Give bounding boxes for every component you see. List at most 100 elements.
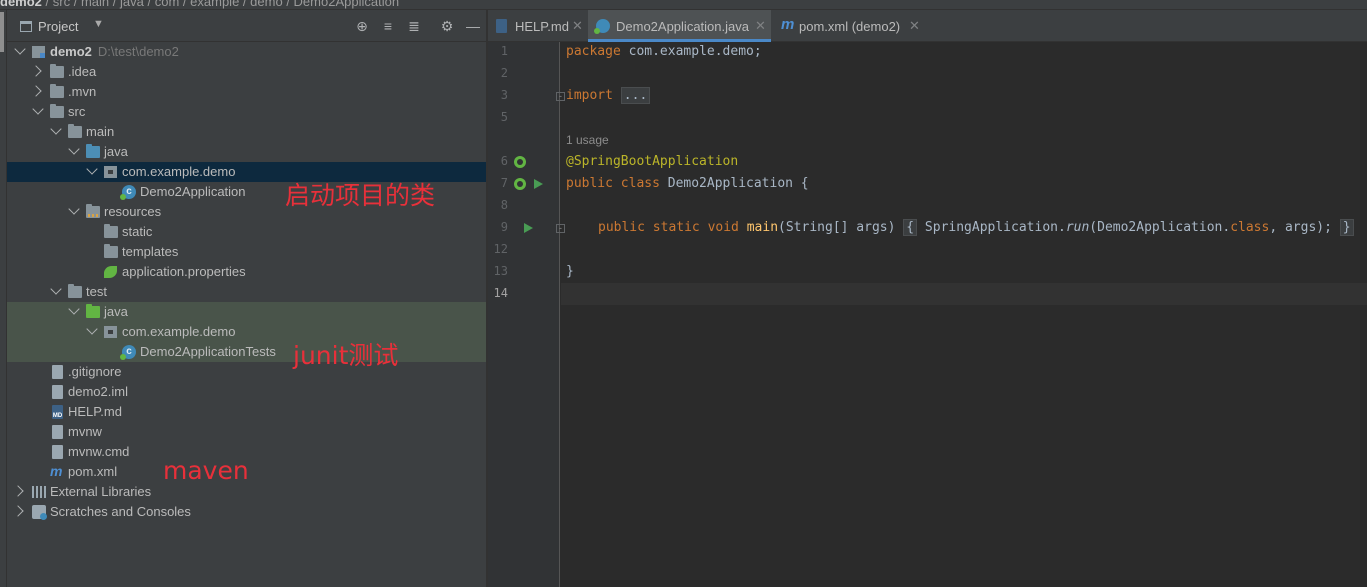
scratches-icon [32,505,47,520]
folder-icon [104,244,118,258]
run-icon[interactable] [524,223,533,233]
code-token[interactable]: } [1339,219,1354,236]
spring-bean-icon[interactable] [514,156,526,168]
package-icon [104,326,117,338]
tree-item-label: mvnw [68,424,102,439]
code-token[interactable]: { [903,219,918,236]
breadcrumb-item[interactable]: example [190,0,239,9]
tree-item-mvn[interactable]: .mvn [7,82,486,102]
spring-class-icon: c [120,345,136,360]
close-icon[interactable]: ✕ [909,18,920,34]
tab-help-md[interactable]: HELP.md ✕ [488,10,586,42]
tab-label: HELP.md [515,19,569,34]
code-token: public class [566,176,660,191]
code-token: SpringApplication. [917,220,1066,235]
code-token: run [1065,220,1090,235]
tree-item-test-package[interactable]: com.example.demo [7,322,486,342]
gear-icon[interactable]: ⚙ [439,18,455,34]
tree-item-static[interactable]: static [7,222,486,242]
folded-imports[interactable]: ... [620,87,651,104]
chevron-down-icon[interactable] [50,123,62,135]
tree-item-demo2applicationtests[interactable]: c Demo2ApplicationTests [7,342,486,362]
breadcrumb-item[interactable]: src [53,0,70,9]
tree-item-label: .gitignore [68,364,122,379]
tree-item-application-properties[interactable]: application.properties [7,262,486,282]
line-number-current: 14 [493,286,508,300]
project-view-icon [20,21,32,32]
tree-item-main-java[interactable]: java [7,142,486,162]
editor-tabs: HELP.md ✕ Demo2Application.java ✕ m pom.… [488,10,1367,42]
run-icon[interactable] [534,179,543,189]
spring-bean-icon[interactable] [514,178,526,190]
breadcrumb-item[interactable]: main [81,0,109,9]
chevron-down-icon[interactable] [68,203,80,215]
breadcrumb-item[interactable]: Demo2Application [294,0,400,9]
tree-item-test-java[interactable]: java [7,302,486,322]
locate-icon[interactable]: ⊕ [354,18,370,34]
folder-icon [68,124,82,138]
code-token: (Demo2Application. [1089,220,1231,235]
tab-pom-xml[interactable]: m pom.xml (demo2) ✕ [773,10,923,42]
code-line: import ... [566,87,651,104]
tree-item-label: java [104,144,128,159]
chevron-down-icon[interactable] [14,43,26,55]
breadcrumb-path: demo2 / src / main / java / com / exampl… [0,0,399,9]
tree-item-iml[interactable]: demo2.iml [7,382,486,402]
hide-icon[interactable]: — [465,18,481,34]
tree-item-help-md[interactable]: MD HELP.md [7,402,486,422]
chevron-down-icon[interactable] [86,323,98,335]
tree-item-main[interactable]: main [7,122,486,142]
chevron-right-icon[interactable] [12,485,24,497]
chevron-down-icon[interactable] [32,103,44,115]
file-icon [52,425,63,439]
chevron-down-icon[interactable] [50,283,62,295]
chevron-down-icon[interactable]: ▼ [93,18,104,30]
code-editor[interactable]: package com.example.demo; import ... 1 u… [561,42,1367,587]
tree-item-test[interactable]: test [7,282,486,302]
chevron-right-icon[interactable] [12,505,24,517]
usage-hint[interactable]: 1 usage [566,133,609,147]
tree-item-external-libraries[interactable]: External Libraries [7,482,486,502]
editor-gutter[interactable]: 1 2 3 5 6 7 8 9 12 13 14 - - [488,42,565,587]
tree-item-label: test [86,284,107,299]
tree-item-label: Demo2ApplicationTests [140,344,276,359]
tree-item-label: com.example.demo [122,164,236,179]
tree-item-label: Scratches and Consoles [50,504,191,519]
breadcrumb-item[interactable]: com [155,0,180,9]
project-panel-header: Project ▼ ⊕ ≡ ≣ ⚙ — [7,10,486,42]
breadcrumb-item[interactable]: demo [250,0,283,9]
chevron-down-icon[interactable] [68,143,80,155]
close-icon[interactable]: ✕ [755,18,766,34]
tree-item-idea[interactable]: .idea [7,62,486,82]
tree-item-src[interactable]: src [7,102,486,122]
tree-item-label: templates [122,244,179,259]
close-icon[interactable]: ✕ [572,18,583,34]
code-token: (String[] args) [778,220,896,235]
code-line: public static void main(String[] args) {… [598,219,1354,236]
tree-item-gitignore[interactable]: .gitignore [7,362,486,382]
tab-demo2application-java[interactable]: Demo2Application.java ✕ [588,10,771,42]
chevron-right-icon[interactable] [30,85,42,97]
breadcrumb-item[interactable]: demo2 [0,0,42,9]
expand-all-icon[interactable]: ≡ [380,18,396,34]
folder-icon [50,104,64,118]
tree-item-mvnw[interactable]: mvnw [7,422,486,442]
chevron-right-icon[interactable] [30,65,42,77]
code-token: package [566,44,621,59]
annotation-junit: junit测试 [293,341,399,370]
tree-item-label: demo2.iml [68,384,128,399]
tab-label: pom.xml (demo2) [799,19,901,34]
tree-item-scratches[interactable]: Scratches and Consoles [7,502,486,522]
breadcrumb-item[interactable]: java [120,0,144,9]
collapse-all-icon[interactable]: ≣ [406,18,422,34]
line-number: 9 [500,220,508,234]
project-view-title[interactable]: Project [38,19,78,34]
folder-icon [50,64,64,78]
tree-item-demo2[interactable]: demo2 D:\test\demo2 [7,42,486,62]
code-token: Demo2Application { [659,176,809,191]
tree-item-templates[interactable]: templates [7,242,486,262]
chevron-down-icon[interactable] [68,303,80,315]
chevron-down-icon[interactable] [86,163,98,175]
project-tool-button[interactable] [0,12,4,52]
code-line: @SpringBootApplication [566,154,738,169]
